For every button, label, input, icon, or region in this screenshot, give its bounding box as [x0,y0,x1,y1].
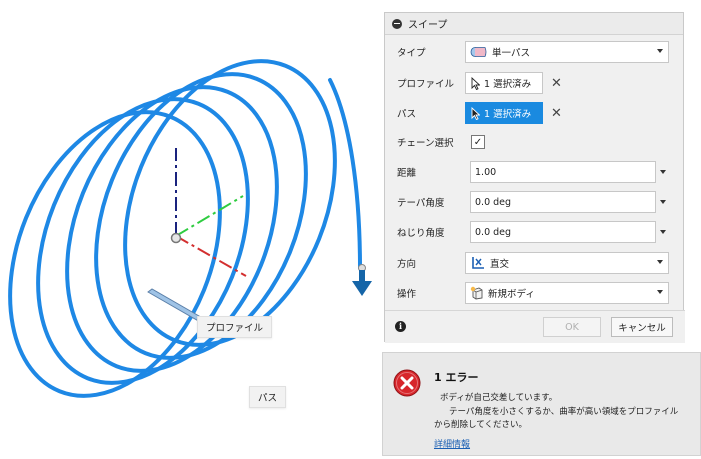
profile-value: 1 選択済み [484,79,532,90]
twist-row: ねじり角度 0.0 deg [385,217,685,247]
error-icon [393,369,421,397]
type-row: タイプ 単一パス [385,37,685,67]
profile-label[interactable]: プロファイル [197,316,273,338]
dialog-header[interactable]: スイープ [385,13,683,35]
orientation-label: 方向 [397,259,417,270]
dialog-footer: i OK キャンセル [385,310,685,343]
chain-row: チェーン選択 ✓ [385,127,685,157]
path-label[interactable]: パス [249,386,287,408]
sweep-dialog: スイープ タイプ 単一パス プロファイル 1 選択済み ✕ パス 1 選択済み … [384,12,685,343]
distance-row: 距離 1.00 [385,157,685,187]
checkmark-icon: ✓ [473,136,483,148]
taper-options-icon[interactable] [660,200,666,204]
ok-button[interactable]: OK [543,317,601,337]
twist-input[interactable]: 0.0 deg [470,221,656,243]
origin-point[interactable] [170,232,182,244]
operation-row: 操作 新規ボディ [385,278,685,308]
direction-arrow-icon[interactable] [352,270,372,296]
cancel-button[interactable]: キャンセル [611,317,673,337]
chain-label: チェーン選択 [397,138,454,149]
clear-path-icon[interactable]: ✕ [551,106,562,121]
taper-row: テーパ角度 0.0 deg [385,187,685,217]
path-row: パス 1 選択済み ✕ [385,98,685,128]
dialog-title: スイープ [408,20,448,31]
info-icon[interactable]: i [395,321,406,332]
twist-options-icon[interactable] [660,230,666,234]
perpendicular-icon [472,257,484,269]
cursor-arrow-icon [471,106,480,120]
operation-dropdown[interactable]: 新規ボディ [465,282,669,304]
error-hint: テーパ角度を小さくするか、曲率が高い領域をプロファイル [449,407,679,417]
single-path-icon [470,47,487,57]
operation-value: 新規ボディ [488,289,535,300]
error-message: ボディが自己交差しています。 [440,393,558,403]
type-dropdown[interactable]: 単一パス [465,41,669,63]
profile-select-button[interactable]: 1 選択済み [465,72,543,94]
chain-checkbox[interactable]: ✓ [471,135,485,149]
cursor-arrow-icon [471,76,480,90]
chevron-down-icon [657,49,663,53]
profile-row: プロファイル 1 選択済み ✕ [385,68,685,98]
taper-input[interactable]: 0.0 deg [470,191,656,213]
clear-profile-icon[interactable]: ✕ [551,76,562,91]
helix-coil [65,85,279,373]
distance-options-icon[interactable] [660,170,666,174]
details-link[interactable]: 詳細情報 [434,437,470,450]
chevron-down-icon [657,290,663,294]
path-field-label: パス [397,109,417,120]
type-label: タイプ [397,48,426,59]
operation-label: 操作 [397,289,417,300]
error-title: 1 エラー [434,371,479,384]
chevron-down-icon [657,260,663,264]
type-value: 単一パス [492,48,531,59]
path-select-button[interactable]: 1 選択済み [465,102,543,124]
distance-input[interactable]: 1.00 [470,161,656,183]
error-panel: 1 エラー ボディが自己交差しています。 テーパ角度を小さくするか、曲率が高い領… [382,352,701,456]
twist-label: ねじり角度 [397,228,445,239]
orientation-row: 方向 直交 [385,248,685,278]
orientation-dropdown[interactable]: 直交 [465,252,669,274]
orientation-value: 直交 [490,259,510,270]
y-axis [175,195,244,237]
error-hint-continued: から削除してください。 [434,420,527,430]
helix-coil [36,97,250,385]
new-body-icon [470,286,483,300]
distance-label: 距離 [397,168,417,179]
taper-label: テーパ角度 [397,198,445,209]
collapse-icon[interactable] [392,18,402,29]
profile-field-label: プロファイル [397,79,455,90]
path-value: 1 選択済み [484,109,532,120]
